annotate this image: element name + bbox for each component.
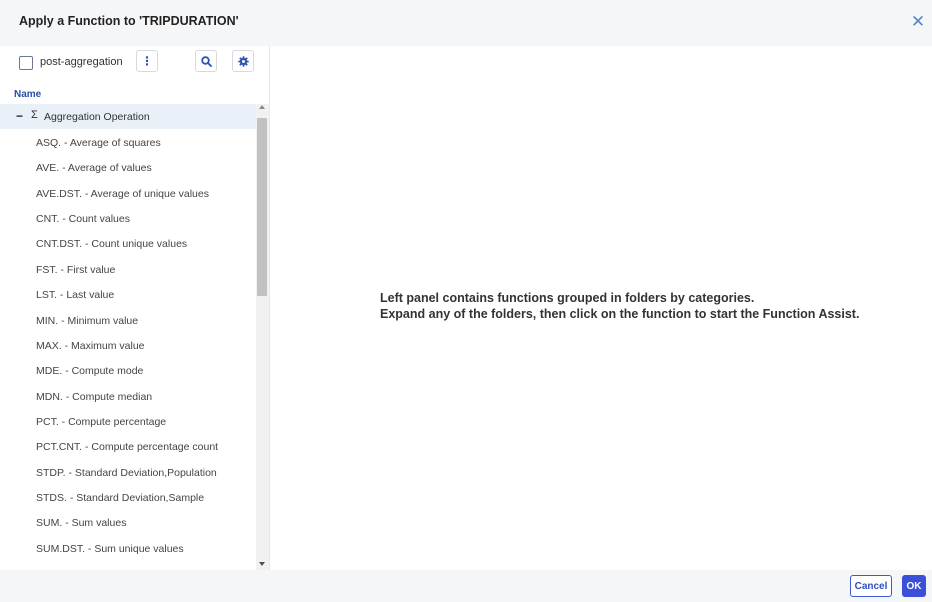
cancel-button[interactable]: Cancel xyxy=(850,575,892,597)
dialog-title: Apply a Function to 'TRIPDURATION' xyxy=(19,14,239,28)
dialog-footer: Cancel OK xyxy=(0,570,932,602)
function-item[interactable]: SUM.DST. - Sum unique values xyxy=(36,543,184,555)
function-tree: − Σ Aggregation Operation ASQ. - Average… xyxy=(0,104,256,570)
function-item[interactable]: PCT. - Compute percentage xyxy=(36,416,166,428)
more-vertical-icon: ⋮ xyxy=(141,54,153,68)
function-item[interactable]: ASQ. - Average of squares xyxy=(36,137,161,149)
settings-button[interactable] xyxy=(232,50,254,72)
close-icon[interactable]: ✕ xyxy=(910,13,926,30)
ok-button[interactable]: OK xyxy=(902,575,926,597)
instructions-line-2: Expand any of the folders, then click on… xyxy=(380,307,860,321)
apply-function-dialog: Apply a Function to 'TRIPDURATION' ✕ pos… xyxy=(0,0,932,602)
tree-scrollbar[interactable] xyxy=(256,104,269,570)
function-item[interactable]: MDN. - Compute median xyxy=(36,391,152,403)
folder-label: Aggregation Operation xyxy=(44,111,150,123)
tree-toolbar: post-aggregation ⋮ xyxy=(0,46,269,82)
folder-aggregation-operation[interactable]: − Σ Aggregation Operation xyxy=(0,104,256,129)
function-item[interactable]: AVE.DST. - Average of unique values xyxy=(36,188,209,200)
scroll-up-arrow-icon[interactable] xyxy=(259,105,265,109)
scroll-down-arrow-icon[interactable] xyxy=(259,562,265,566)
more-options-button[interactable]: ⋮ xyxy=(136,50,158,72)
sigma-icon: Σ xyxy=(31,109,38,121)
function-item[interactable]: MIN. - Minimum value xyxy=(36,315,138,327)
function-item[interactable]: LST. - Last value xyxy=(36,289,114,301)
scrollbar-thumb[interactable] xyxy=(257,118,267,296)
function-item[interactable]: AVE. - Average of values xyxy=(36,162,152,174)
post-aggregation-label: post-aggregation xyxy=(40,56,123,68)
dialog-header: Apply a Function to 'TRIPDURATION' ✕ xyxy=(0,0,932,46)
instructions-line-1: Left panel contains functions grouped in… xyxy=(380,291,755,305)
collapse-icon[interactable]: − xyxy=(16,109,23,123)
function-item[interactable]: STDS. - Standard Deviation,Sample xyxy=(36,492,204,504)
search-icon xyxy=(200,55,212,67)
search-button[interactable] xyxy=(195,50,217,72)
function-item[interactable]: STDP. - Standard Deviation,Population xyxy=(36,467,217,479)
function-item[interactable]: MAX. - Maximum value xyxy=(36,340,145,352)
function-item[interactable]: CNT. - Count values xyxy=(36,213,130,225)
function-item[interactable]: SUM. - Sum values xyxy=(36,517,126,529)
post-aggregation-checkbox[interactable] xyxy=(19,56,33,70)
gear-icon xyxy=(237,55,249,67)
instructions-text: Left panel contains functions grouped in… xyxy=(380,290,859,322)
function-item[interactable]: CNT.DST. - Count unique values xyxy=(36,238,187,250)
function-item[interactable]: MDE. - Compute mode xyxy=(36,365,143,377)
tree-column-header: Name xyxy=(14,89,42,100)
function-item[interactable]: FST. - First value xyxy=(36,264,115,276)
function-tree-panel: post-aggregation ⋮ Name − Σ Aggregation … xyxy=(0,46,270,570)
function-item[interactable]: PCT.CNT. - Compute percentage count xyxy=(36,441,218,453)
